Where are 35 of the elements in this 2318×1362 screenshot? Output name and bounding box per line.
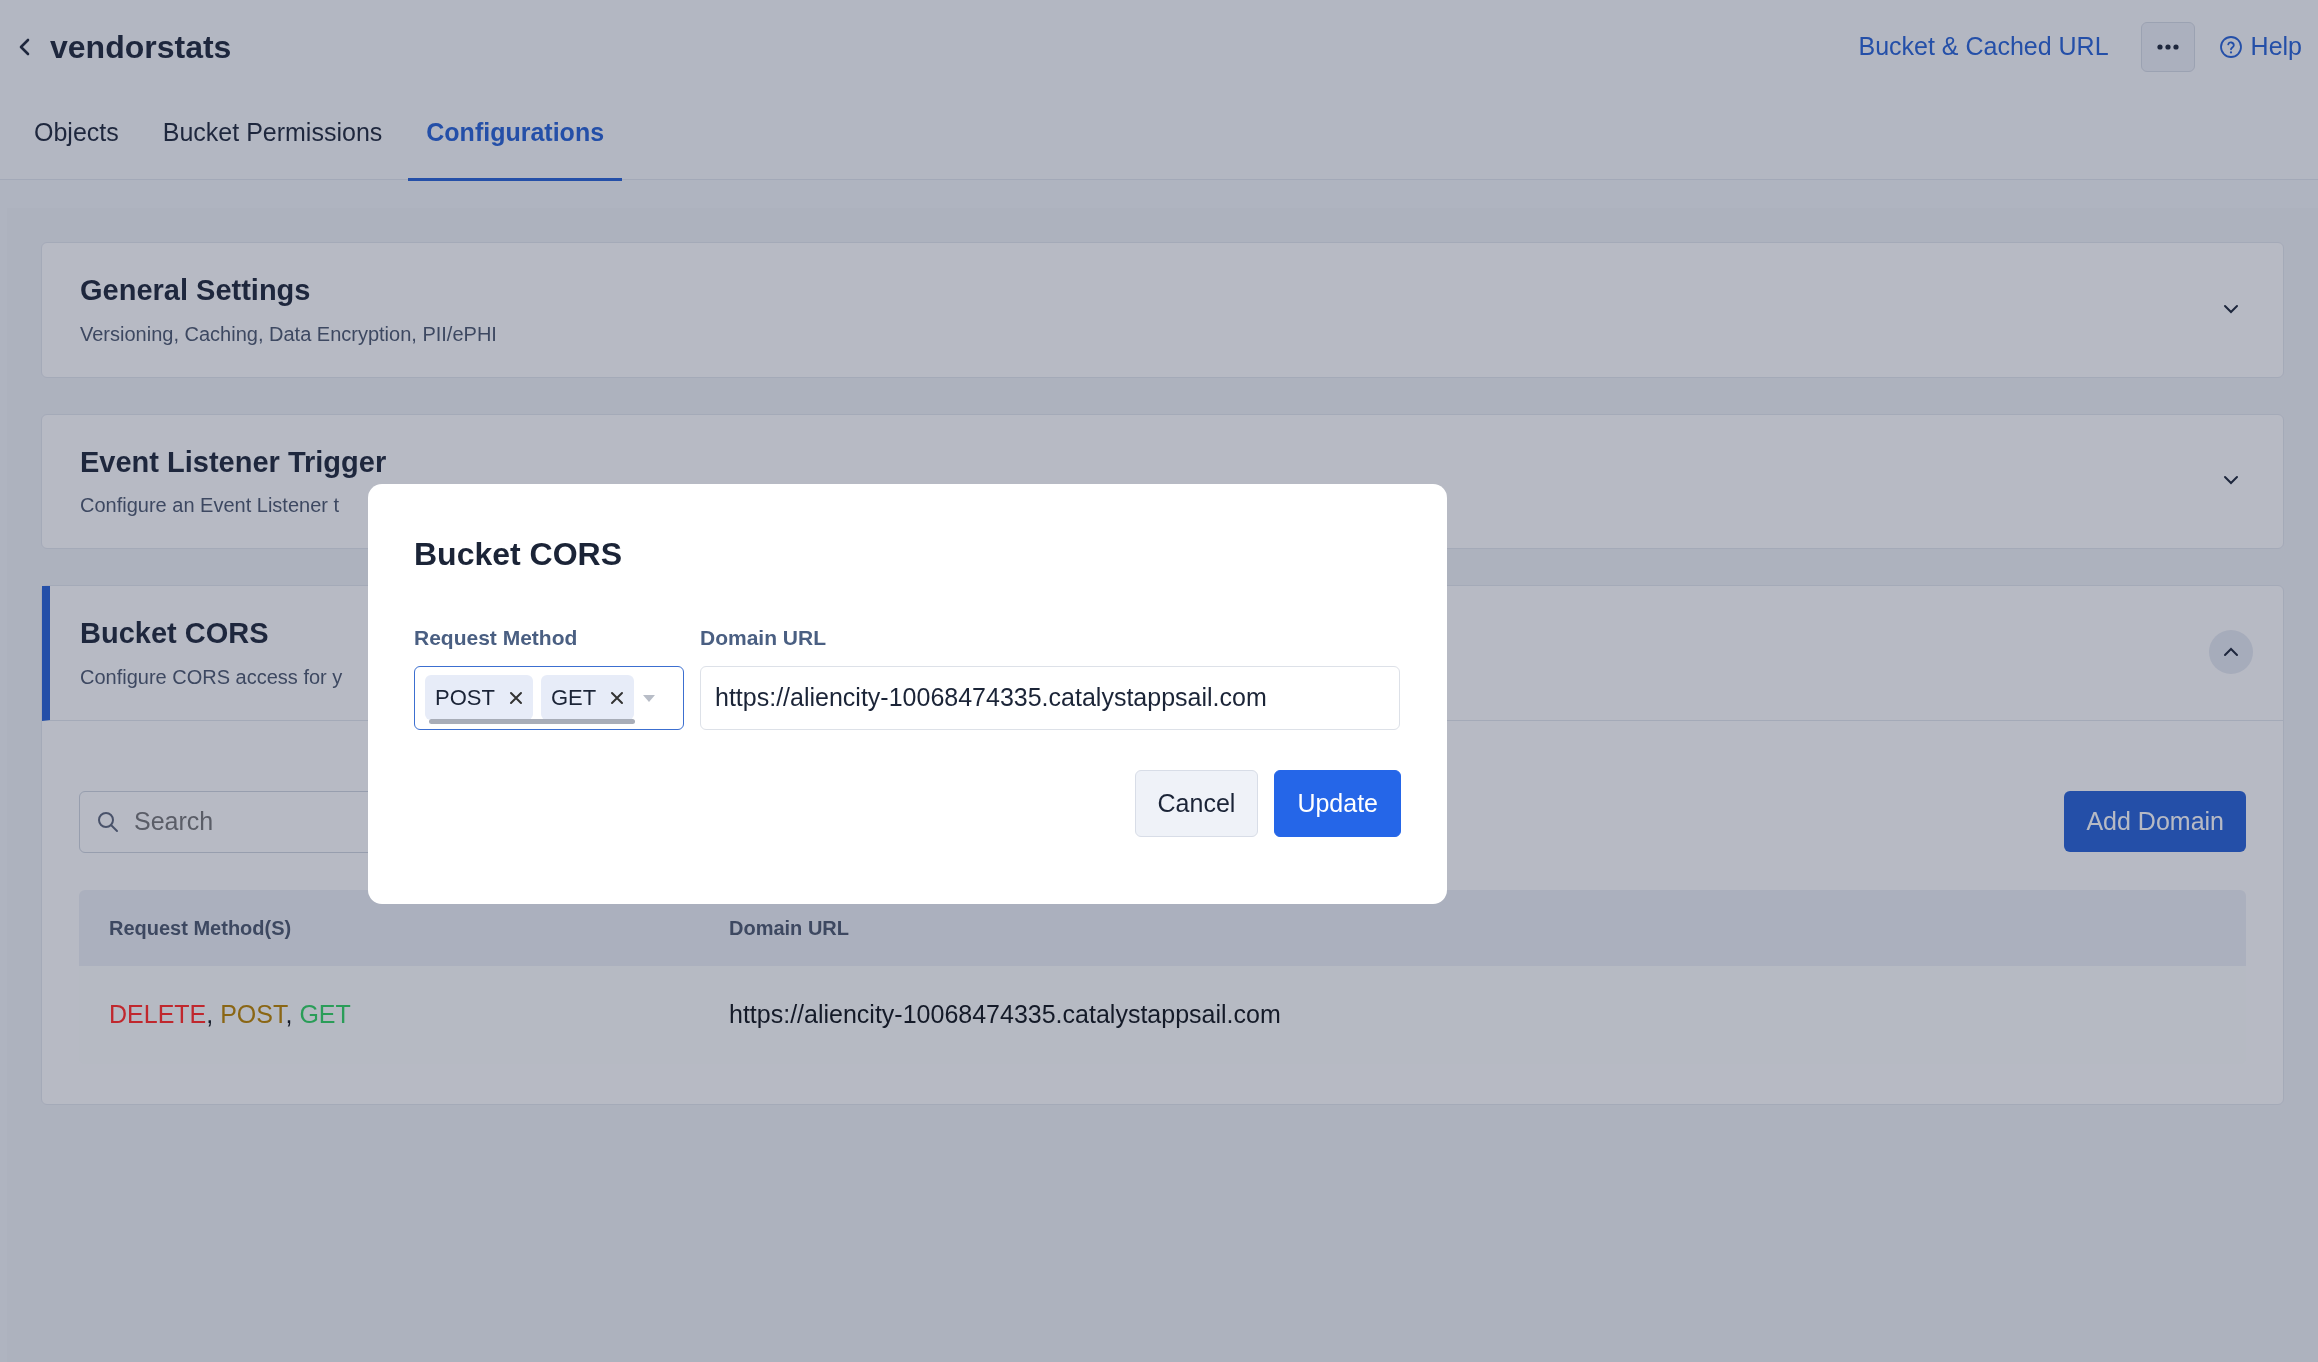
column-header: Domain URL	[728, 915, 850, 941]
tab[interactable]: Objects	[16, 94, 137, 181]
help-icon	[2218, 35, 2243, 59]
page-title: vendorstats	[50, 28, 232, 67]
more-options-button[interactable]	[2140, 22, 2195, 72]
section-title: Bucket CORS	[80, 616, 270, 651]
chevron-down-icon[interactable]	[2223, 302, 2239, 315]
section-description: Versioning, Caching, Data Encryption, PII/ePHI	[80, 321, 497, 347]
section-title: General Settings	[80, 273, 312, 308]
field-label: Domain URL	[700, 625, 826, 651]
close-icon[interactable]	[508, 690, 523, 705]
cancel-button[interactable]: Cancel	[1134, 769, 1259, 837]
table-cell-text: DELETE, POST, GET	[108, 998, 352, 1030]
chevron-down-icon[interactable]	[2223, 474, 2239, 487]
tab[interactable]: Configurations	[408, 94, 623, 181]
add-domain-button[interactable]: Add Domain	[2064, 790, 2246, 853]
column-header: Request Method(S)	[108, 915, 293, 941]
bucket-url-link[interactable]: Bucket & Cached URL	[1858, 28, 2109, 66]
update-button[interactable]: Update	[1274, 769, 1401, 837]
more-icon	[2156, 44, 2179, 50]
section-description: Configure CORS access for y	[80, 664, 343, 690]
section-header[interactable]: General Settings Versioning, Caching, Data Encryption, PII/ePHI	[42, 243, 2283, 377]
method-chip[interactable]: GET	[540, 675, 635, 720]
field-label: Request Method	[414, 625, 578, 651]
method-chip[interactable]: POST	[425, 675, 533, 720]
scrollbar[interactable]	[429, 718, 635, 724]
table-cell-text: https://aliencity-10068474335.catalystappsail.com	[728, 998, 1282, 1030]
chevron-up-icon[interactable]	[2223, 645, 2239, 658]
close-icon[interactable]	[610, 690, 625, 705]
help-link[interactable]: Help	[2218, 28, 2302, 66]
method-select[interactable]: POST GET	[414, 665, 684, 730]
domain-url-field[interactable]: https://aliencity-10068474335.catalystappsail.com	[700, 665, 1400, 730]
tab[interactable]: Bucket Permissions	[144, 94, 401, 181]
section-description: Configure an Event Listener t	[80, 493, 341, 518]
section-title: Event Listener Trigger	[80, 444, 387, 480]
